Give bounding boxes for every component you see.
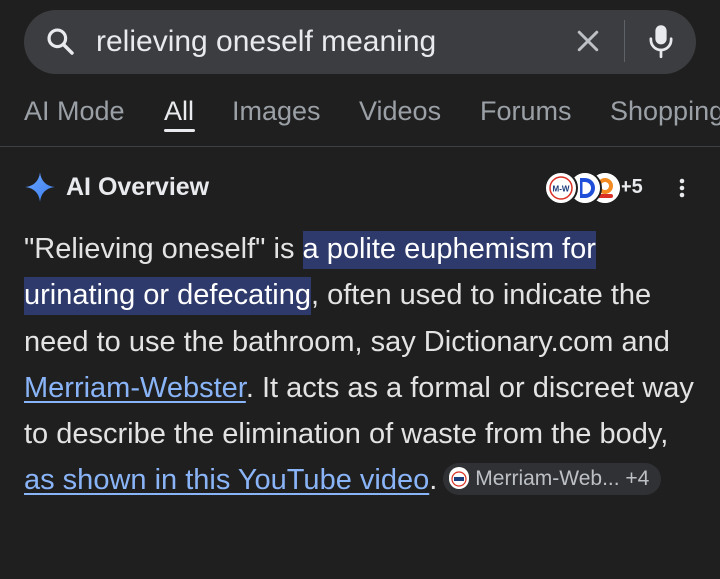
source-avatars[interactable]: M-W +5 [544,171,654,205]
tab-shopping[interactable]: Shopping [610,94,720,128]
more-vert-icon[interactable] [674,176,690,200]
search-bar-divider [624,20,625,62]
sources-more-count[interactable]: +5 [620,174,643,200]
tab-images[interactable]: Images [232,94,321,128]
ai-spark-icon [25,172,55,202]
search-icon[interactable] [44,25,76,57]
overview-end-text: . [429,464,438,497]
clear-icon[interactable] [573,26,603,56]
google-search-page: relieving oneself meaning AI Mode All Im… [0,0,720,579]
active-tab-indicator [164,129,195,132]
tab-forums[interactable]: Forums [480,94,572,128]
youtube-video-link[interactable]: as shown in this YouTube video [24,464,429,496]
search-tabs: AI Mode All Images Videos Forums Shoppin… [0,88,720,146]
tab-ai-mode[interactable]: AI Mode [24,94,125,128]
source-chip-label: Merriam-Web... [475,466,620,490]
merriam-webster-link[interactable]: Merriam-Webster [24,372,246,404]
source-chip-more: +4 [625,466,650,490]
tab-videos[interactable]: Videos [359,94,441,128]
tabs-divider [0,146,720,147]
tab-all[interactable]: All [164,94,194,128]
overview-intro-text: "Relieving oneself" is [24,233,303,265]
mw-avatar-text: M-W [553,185,570,194]
merriam-webster-chip-icon [449,467,470,490]
ai-overview-title: AI Overview [66,173,210,201]
ai-overview-text: "Relieving oneself" is a polite euphemis… [24,226,704,504]
source-chip[interactable]: Merriam-Web... +4 [443,462,662,495]
merriam-webster-source-icon: M-W [544,171,578,205]
search-input[interactable]: relieving oneself meaning [96,22,436,62]
mic-icon[interactable] [647,23,675,59]
